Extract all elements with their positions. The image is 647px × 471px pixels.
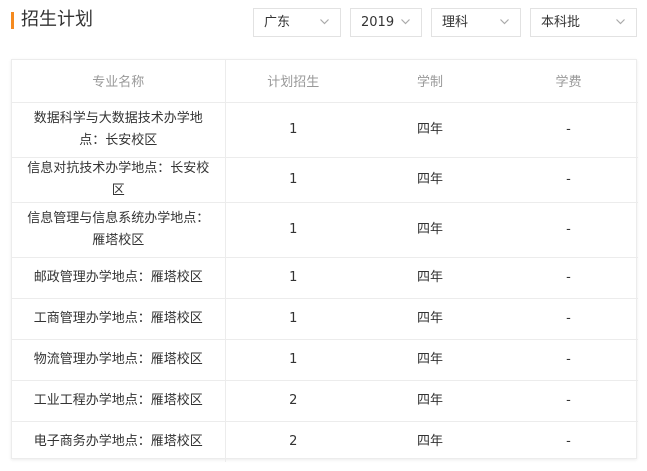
- cell-duration: 四年: [361, 202, 499, 258]
- cell-major: 信息管理与信息系统办学地点：雁塔校区: [12, 202, 226, 258]
- table-row: 数据科学与大数据技术办学地点：长安校区 1 四年 -: [12, 102, 638, 158]
- cell-major: 数据科学与大数据技术办学地点：长安校区: [12, 102, 226, 158]
- batch-select[interactable]: 本科批: [530, 8, 637, 37]
- cell-duration: 四年: [416, 433, 443, 449]
- cell-major: 物流管理办学地点：雁塔校区: [12, 339, 226, 381]
- table-row: 信息管理与信息系统办学地点：雁塔校区 1 四年 -: [12, 202, 638, 258]
- cell-major: 电子商务办学地点：雁塔校区: [12, 421, 226, 462]
- table-row: 邮政管理办学地点：雁塔校区 1 四年 -: [12, 257, 638, 299]
- province-select[interactable]: 广东: [253, 8, 341, 37]
- cell-major: 邮政管理办学地点：雁塔校区: [12, 257, 226, 299]
- cell-fee: -: [499, 157, 638, 203]
- enrollment-plan-table: 专业名称 计划招生 学制 学费 数据科学与大数据技术办学地点：长安校区 1 四年…: [11, 59, 638, 462]
- table-header-row: 专业名称 计划招生 学制 学费: [12, 60, 638, 103]
- table-row: 物流管理办学地点：雁塔校区 1 四年 -: [12, 339, 638, 381]
- title-accent-bar: [11, 12, 14, 29]
- cell-plan: 2: [289, 433, 298, 449]
- column-header-plan: 计划招生: [225, 60, 361, 103]
- cell-plan: 1: [225, 202, 361, 258]
- table-row: 工业工程办学地点：雁塔校区 2 四年 -: [12, 380, 638, 422]
- cell-plan: 1: [225, 257, 361, 299]
- chevron-down-icon: [320, 19, 329, 25]
- subject-type-select-value: 理科: [442, 15, 469, 30]
- cell-duration: 四年: [361, 257, 499, 299]
- year-select[interactable]: 2019: [350, 8, 422, 37]
- cell-duration: 四年: [361, 298, 499, 340]
- cell-fee: -: [499, 202, 638, 258]
- cell-fee: -: [499, 380, 638, 422]
- subject-type-select[interactable]: 理科: [431, 8, 521, 37]
- cell-plan: 2: [225, 380, 361, 422]
- cell-plan: 1: [225, 298, 361, 340]
- cell-fee: -: [499, 102, 638, 158]
- cell-duration: 四年: [361, 102, 499, 158]
- column-header-major: 专业名称: [12, 60, 226, 103]
- cell-duration: 四年: [361, 157, 499, 203]
- column-header-duration: 学制: [361, 60, 499, 103]
- chevron-down-icon: [500, 19, 509, 25]
- page-title: 招生计划: [21, 9, 93, 30]
- column-header-fee: 学费: [499, 60, 638, 103]
- batch-select-value: 本科批: [541, 15, 581, 30]
- chevron-down-icon: [616, 19, 625, 25]
- cell-fee: -: [499, 339, 638, 381]
- cell-major: 工商管理办学地点：雁塔校区: [12, 298, 226, 340]
- cell-plan: 1: [225, 157, 361, 203]
- cell-major: 工业工程办学地点：雁塔校区: [12, 380, 226, 422]
- cell-duration: 四年: [361, 380, 499, 422]
- province-select-value: 广东: [264, 15, 291, 30]
- cell-major: 信息对抗技术办学地点：长安校区: [12, 157, 226, 203]
- cell-plan: 1: [225, 339, 361, 381]
- cell-duration: 四年: [361, 339, 499, 381]
- cell-plan: 1: [225, 102, 361, 158]
- section-header: 招生计划 广东 2019 理科 本科批: [0, 0, 647, 46]
- year-select-value: 2019: [361, 15, 395, 30]
- cell-fee: -: [499, 257, 638, 299]
- cell-fee: -: [499, 298, 638, 340]
- chevron-down-icon: [401, 19, 410, 25]
- table-row: 信息对抗技术办学地点：长安校区 1 四年 -: [12, 157, 638, 203]
- cell-fee: -: [566, 433, 571, 449]
- table-row: 电子商务办学地点：雁塔校区 2 四年 -: [12, 421, 638, 462]
- table-row: 工商管理办学地点：雁塔校区 1 四年 -: [12, 298, 638, 340]
